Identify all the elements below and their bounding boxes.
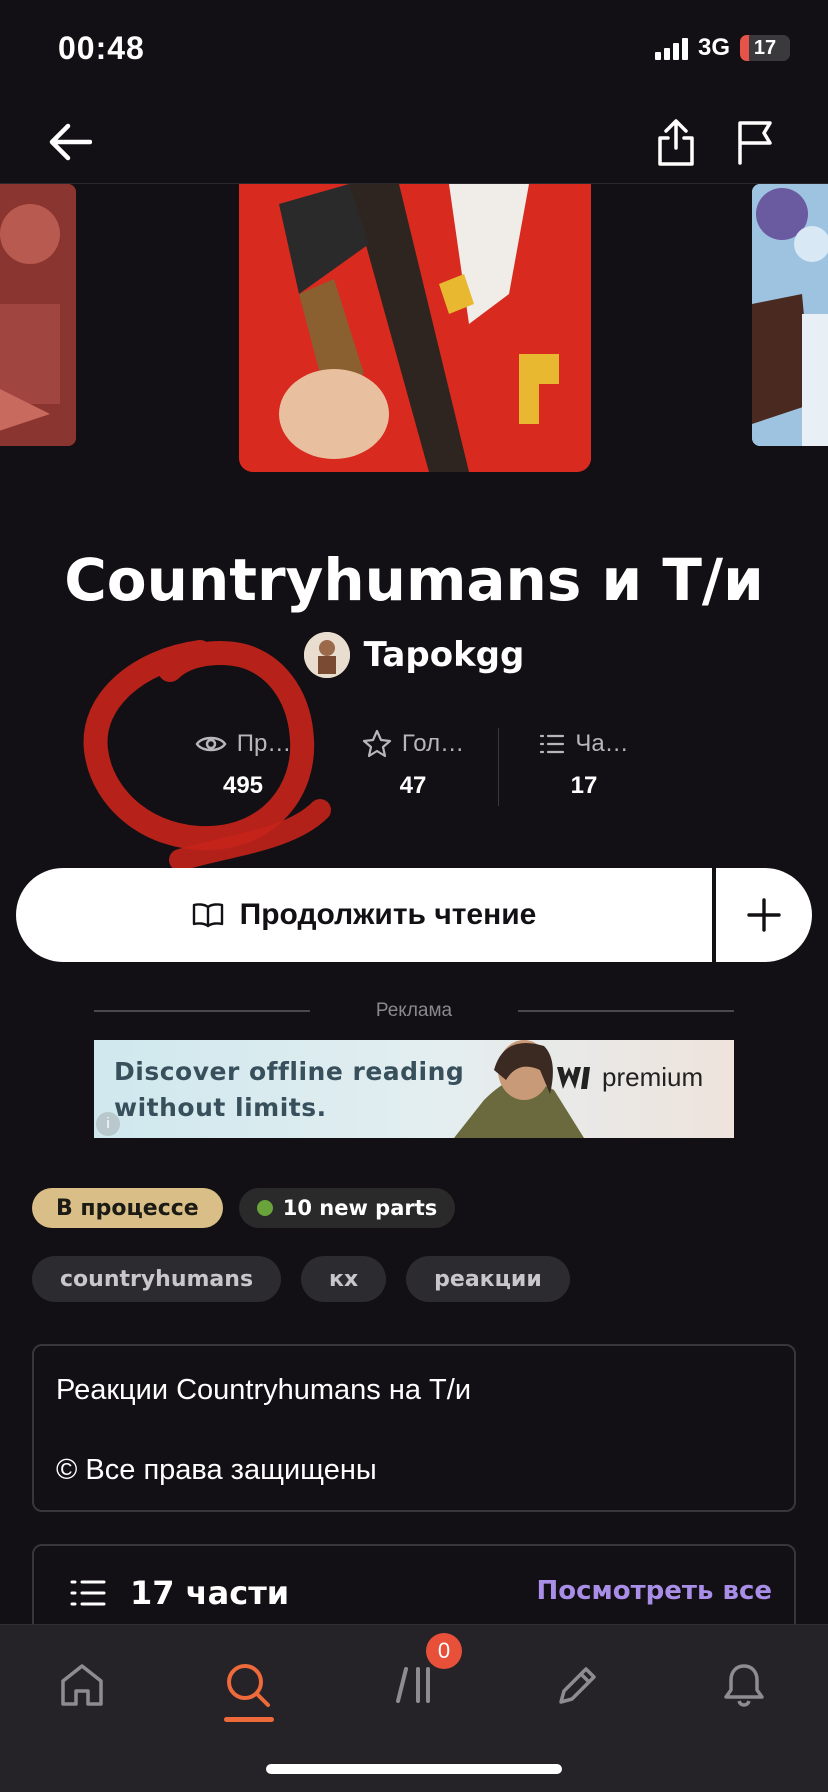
list-icon [540, 734, 565, 754]
bell-icon [724, 1664, 764, 1707]
tags: countryhumans кх реакции [32, 1256, 570, 1302]
network-type: 3G [697, 34, 730, 61]
share-button[interactable] [646, 112, 706, 172]
author-avatar[interactable] [303, 632, 350, 678]
home-icon [61, 1664, 103, 1706]
battery-level: 17 [753, 36, 777, 59]
view-all-link[interactable]: Посмотреть все [536, 1576, 772, 1606]
ad-header: Реклама [94, 1000, 734, 1022]
tag-chip[interactable]: countryhumans [32, 1256, 282, 1302]
continue-reading-label: Продолжить чтение [239, 898, 537, 931]
ad-label: Реклама [375, 1000, 453, 1021]
search-icon [227, 1664, 270, 1707]
story-description: Реакции Countryhumans на Т/и © Все права… [32, 1344, 796, 1512]
new-dot-icon [256, 1200, 273, 1216]
status-badge: В процессе [32, 1188, 223, 1228]
author-name[interactable]: Tapokgg [364, 635, 525, 675]
new-parts-label: 10 new parts [282, 1196, 438, 1220]
stat-reads-label: Пр… [236, 730, 292, 757]
ad-divider-right [518, 1010, 734, 1012]
flag-icon [738, 121, 772, 165]
tab-search[interactable] [208, 1645, 288, 1725]
stat-reads: Пр… 495 [158, 724, 328, 804]
battery-icon: 17 [740, 35, 790, 61]
list-icon [70, 1580, 106, 1606]
share-icon [658, 119, 694, 166]
tab-notifications[interactable] [704, 1645, 784, 1725]
stat-votes-label: Гол… [401, 730, 465, 757]
ad-info-icon[interactable]: i [96, 1112, 120, 1136]
cover-image[interactable] [239, 184, 591, 472]
status-time: 00:48 [58, 30, 145, 66]
signal-icon [654, 36, 688, 60]
ad-banner[interactable]: Discover offline reading without limits.… [94, 1040, 734, 1138]
status-indicators: 3G 17 [654, 34, 790, 62]
battery-fill [740, 35, 749, 61]
story-title: Countryhumans и Т/и [64, 546, 764, 614]
copyright-text: © Все права защищены [56, 1454, 377, 1486]
parts-count: 17 части [130, 1574, 290, 1612]
ad-line-2: without limits. [114, 1093, 327, 1122]
library-icon [396, 1667, 430, 1703]
top-nav [0, 100, 828, 184]
pencil-icon [559, 1667, 596, 1704]
continue-reading-button[interactable]: Продолжить чтение [16, 868, 712, 962]
stat-parts-value: 17 [570, 772, 598, 799]
eye-icon [195, 736, 227, 752]
ad-text: Discover offline reading without limits. [114, 1054, 464, 1126]
ad-divider-left [94, 1010, 310, 1012]
add-to-library-button[interactable] [716, 868, 812, 962]
stat-votes: Гол… 47 [328, 724, 498, 804]
back-button[interactable] [40, 112, 100, 172]
stat-parts-label: Ча… [575, 730, 629, 757]
premium-label: premium [602, 1062, 704, 1092]
star-icon [362, 729, 391, 758]
premium-logo: premium [554, 1062, 703, 1093]
status-badges: В процессе 10 new parts [32, 1188, 456, 1228]
home-indicator [266, 1764, 562, 1774]
author-row[interactable]: Tapokgg [0, 632, 828, 678]
new-parts-badge: 10 new parts [238, 1188, 456, 1228]
tab-home[interactable] [42, 1645, 122, 1725]
arrow-left-icon [49, 123, 92, 161]
tag-chip[interactable]: реакции [406, 1256, 570, 1302]
story-stats: Пр… 495 Гол… 47 Ча… 17 [158, 724, 670, 806]
plus-icon [747, 898, 781, 932]
active-tab-indicator [224, 1717, 274, 1722]
cover-carousel[interactable] [0, 184, 828, 484]
ad-line-1: Discover offline reading [114, 1057, 465, 1086]
tab-write[interactable] [538, 1645, 618, 1725]
stat-votes-value: 47 [399, 772, 427, 799]
tag-chip[interactable]: кх [301, 1256, 387, 1302]
next-cover-image[interactable] [752, 184, 828, 446]
description-text: Реакции Countryhumans на Т/и [56, 1374, 472, 1406]
status-bar: 00:48 3G 17 [0, 0, 828, 100]
book-icon [192, 903, 223, 928]
stat-reads-value: 495 [222, 772, 264, 799]
report-button[interactable] [726, 112, 786, 172]
wattpad-logo-icon [557, 1066, 590, 1089]
stat-parts: Ча… 17 [499, 724, 669, 804]
prev-cover-image[interactable] [0, 184, 76, 446]
library-badge: 0 [426, 1633, 462, 1669]
